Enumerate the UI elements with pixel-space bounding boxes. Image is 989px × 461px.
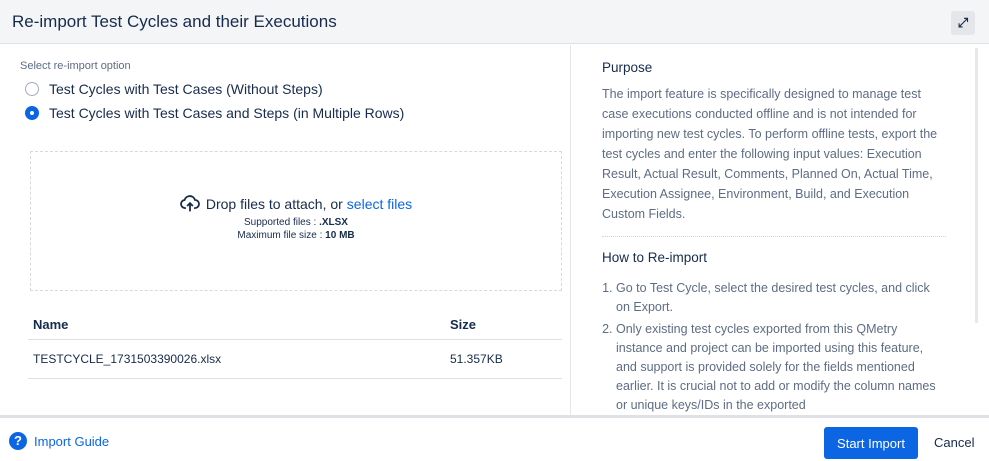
dialog-title: Re-import Test Cycles and their Executio… — [12, 12, 337, 31]
scrollbar-thumb[interactable] — [975, 48, 978, 323]
help-panel[interactable]: Purpose The import feature is specifical… — [572, 45, 976, 415]
drop-text: Drop files to attach, or — [205, 196, 343, 212]
dialog-header: Re-import Test Cycles and their Executio… — [0, 0, 989, 44]
cloud-upload-icon — [179, 195, 200, 212]
radio-label: Test Cycles with Test Cases and Steps (i… — [49, 105, 405, 121]
list-item: Go to Test Cycle, select the desired tes… — [616, 279, 946, 317]
max-size-value: 10 MB — [325, 230, 355, 241]
fullscreen-icon[interactable]: ⤢ — [951, 11, 975, 35]
files-table: Name Size TESTCYCLE_1731503390026.xlsx 5… — [28, 308, 562, 379]
supported-files-value: .XLSX — [319, 217, 348, 228]
reimport-option-label: Select re-import option — [20, 60, 131, 72]
howto-heading: How to Re-import — [602, 250, 708, 265]
help-icon: ? — [9, 432, 27, 450]
file-size: 51.357KB — [450, 352, 503, 366]
radio-circle[interactable] — [25, 82, 39, 96]
divider — [602, 236, 946, 237]
steps-list: Go to Test Cycle, select the desired tes… — [602, 279, 946, 415]
purpose-text: The import feature is specifically desig… — [602, 87, 938, 221]
select-files-link[interactable]: select files — [347, 196, 412, 212]
table-header: Name Size — [28, 308, 562, 340]
list-item: Only existing test cycles exported from … — [616, 320, 946, 415]
radio-with-steps[interactable]: Test Cycles with Test Cases and Steps (i… — [25, 105, 404, 121]
column-size: Size — [450, 317, 477, 332]
cancel-button[interactable]: Cancel — [934, 435, 974, 450]
supported-files-label: Supported files : — [244, 217, 320, 228]
column-name: Name — [33, 317, 69, 332]
table-row: TESTCYCLE_1731503390026.xlsx 51.357KB — [28, 340, 562, 379]
file-name: TESTCYCLE_1731503390026.xlsx — [33, 352, 222, 366]
file-dropzone[interactable]: Drop files to attach, or select files Su… — [30, 151, 562, 291]
radio-circle-selected[interactable] — [25, 106, 39, 120]
import-guide-label: Import Guide — [34, 433, 110, 449]
start-import-button[interactable]: Start Import — [824, 427, 918, 459]
import-guide-link[interactable]: ? Import Guide — [9, 432, 109, 450]
import-panel: Select re-import option Test Cycles with… — [0, 45, 571, 415]
radio-without-steps[interactable]: Test Cycles with Test Cases (Without Ste… — [25, 81, 323, 97]
radio-label: Test Cycles with Test Cases (Without Ste… — [49, 81, 323, 97]
max-size-label: Maximum file size : — [237, 230, 326, 241]
purpose-heading: Purpose — [602, 60, 653, 75]
dialog-footer: ? Import Guide Start Import Cancel — [0, 415, 989, 461]
